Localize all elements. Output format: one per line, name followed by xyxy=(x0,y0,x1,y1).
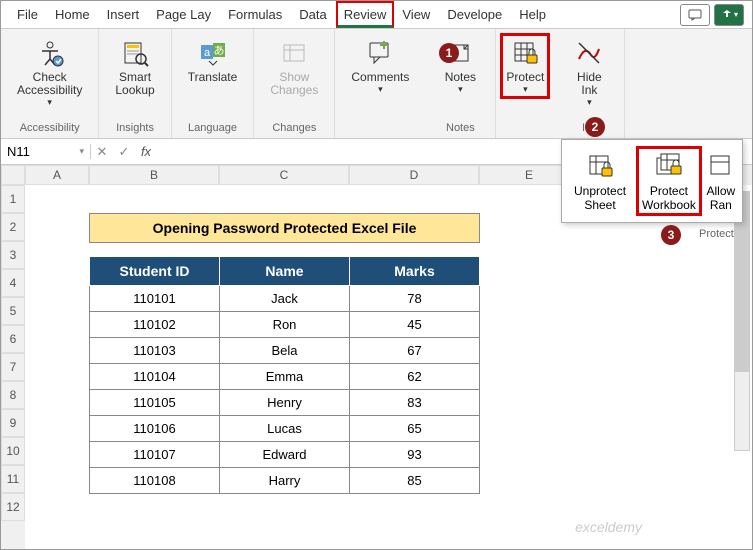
cells-area[interactable]: Opening Password Protected Excel File St… xyxy=(25,185,752,549)
translate-button[interactable]: aあ Translate xyxy=(182,33,244,88)
show-changes-button: Show Changes xyxy=(264,33,324,101)
row-header[interactable]: 7 xyxy=(1,353,25,381)
table-row: 110108Harry85 xyxy=(90,468,480,494)
row-header[interactable]: 3 xyxy=(1,241,25,269)
enter-formula-icon[interactable]: ✓ xyxy=(113,144,135,160)
unprotect-sheet-button[interactable]: Unprotect Sheet xyxy=(568,146,632,216)
ink-icon xyxy=(573,37,605,69)
row-header[interactable]: 12 xyxy=(1,493,25,521)
row-header[interactable]: 2 xyxy=(1,213,25,241)
comments-icon xyxy=(364,37,396,69)
show-changes-icon xyxy=(278,37,310,69)
group-accessibility: Check Accessibility ▾ Accessibility xyxy=(1,29,99,138)
protect-icon xyxy=(509,37,541,69)
check-accessibility-button[interactable]: Check Accessibility ▾ xyxy=(11,33,88,112)
table-row: 110103Bela67 xyxy=(90,338,480,364)
row-header[interactable]: 8 xyxy=(1,381,25,409)
workbook-lock-icon xyxy=(653,150,685,182)
chevron-down-icon: ▾ xyxy=(523,84,528,95)
protect-button[interactable]: Protect ▾ xyxy=(500,33,550,99)
sheet-lock-icon xyxy=(584,150,616,182)
col-header[interactable]: B xyxy=(89,165,219,185)
tab-formulas[interactable]: Formulas xyxy=(220,1,291,28)
tab-file[interactable]: File xyxy=(9,1,47,28)
col-header[interactable]: C xyxy=(219,165,349,185)
row-header[interactable]: 11 xyxy=(1,465,25,493)
hide-ink-button[interactable]: Hide Ink ▾ xyxy=(564,33,614,112)
callout-2: 2 xyxy=(585,117,605,137)
table-row: 110105Henry83 xyxy=(90,390,480,416)
ranges-icon xyxy=(706,150,736,182)
group-language: aあ Translate Language xyxy=(172,29,255,138)
watermark: exceldemy xyxy=(575,519,642,535)
row-header[interactable]: 6 xyxy=(1,325,25,353)
smart-lookup-icon xyxy=(119,37,151,69)
tab-pagelayout[interactable]: Page Lay xyxy=(148,1,220,28)
svg-text:a: a xyxy=(203,47,210,59)
group-notes: Notes ▾ Notes xyxy=(425,29,496,138)
allow-ranges-button[interactable]: Allow Ran xyxy=(706,146,736,216)
chevron-down-icon: ▾ xyxy=(458,84,463,95)
protect-workbook-button[interactable]: Protect Workbook xyxy=(636,146,702,216)
row-header[interactable]: 10 xyxy=(1,437,25,465)
table-row: 110101Jack78 xyxy=(90,286,480,312)
translate-icon: aあ xyxy=(197,37,229,69)
comments-toggle-icon[interactable] xyxy=(680,4,710,26)
select-all-corner[interactable] xyxy=(1,165,25,185)
sheet-title: Opening Password Protected Excel File xyxy=(90,214,480,243)
tab-developer[interactable]: Develope xyxy=(439,1,511,28)
group-protect: Protect ▾ xyxy=(496,29,554,138)
col-header[interactable]: D xyxy=(349,165,479,185)
notes-button[interactable]: Notes ▾ xyxy=(435,33,485,99)
tab-insert[interactable]: Insert xyxy=(99,1,149,28)
fx-icon[interactable]: fx xyxy=(135,144,157,159)
group-changes: Show Changes Changes xyxy=(254,29,335,138)
callout-3: 3 xyxy=(661,225,681,245)
share-button[interactable]: ▾ xyxy=(714,4,744,26)
tab-data[interactable]: Data xyxy=(291,1,335,28)
row-header[interactable]: 5 xyxy=(1,297,25,325)
protect-dropdown: Unprotect Sheet Protect Workbook Allow R… xyxy=(561,139,743,223)
comments-button[interactable]: Comments ▾ xyxy=(345,33,415,99)
table-row: 110102Ron45 xyxy=(90,312,480,338)
smart-lookup-button[interactable]: Smart Lookup xyxy=(109,33,160,101)
name-box[interactable]: N11▾ xyxy=(1,144,91,159)
table-row: 110106Lucas65 xyxy=(90,416,480,442)
chevron-down-icon: ▾ xyxy=(378,84,383,95)
table-row: 110107Edward93 xyxy=(90,442,480,468)
col-header[interactable]: A xyxy=(25,165,89,185)
table-row: 110104Emma62 xyxy=(90,364,480,390)
cancel-formula-icon[interactable]: ✕ xyxy=(91,144,113,160)
tab-review[interactable]: Review xyxy=(336,1,395,28)
chevron-down-icon: ▾ xyxy=(587,97,592,108)
tab-view[interactable]: View xyxy=(394,1,439,28)
row-header[interactable]: 4 xyxy=(1,269,25,297)
row-header[interactable]: 1 xyxy=(1,185,25,213)
tab-home[interactable]: Home xyxy=(47,1,99,28)
svg-text:あ: あ xyxy=(213,44,224,57)
vertical-scrollbar[interactable] xyxy=(734,191,750,451)
group-insights: Smart Lookup Insights xyxy=(99,29,171,138)
row-headers: 123456789101112 xyxy=(1,185,25,549)
chevron-down-icon: ▾ xyxy=(47,97,52,108)
row-header[interactable]: 9 xyxy=(1,409,25,437)
ribbon: Check Accessibility ▾ Accessibility Smar… xyxy=(1,29,752,139)
callout-1: 1 xyxy=(439,43,459,63)
group-comments: Comments ▾ xyxy=(335,29,425,138)
table-header-row: Student ID Name Marks xyxy=(90,257,480,286)
ribbon-tabs: File Home Insert Page Lay Formulas Data … xyxy=(1,1,752,29)
tab-help[interactable]: Help xyxy=(511,1,555,28)
accessibility-icon xyxy=(34,37,66,69)
